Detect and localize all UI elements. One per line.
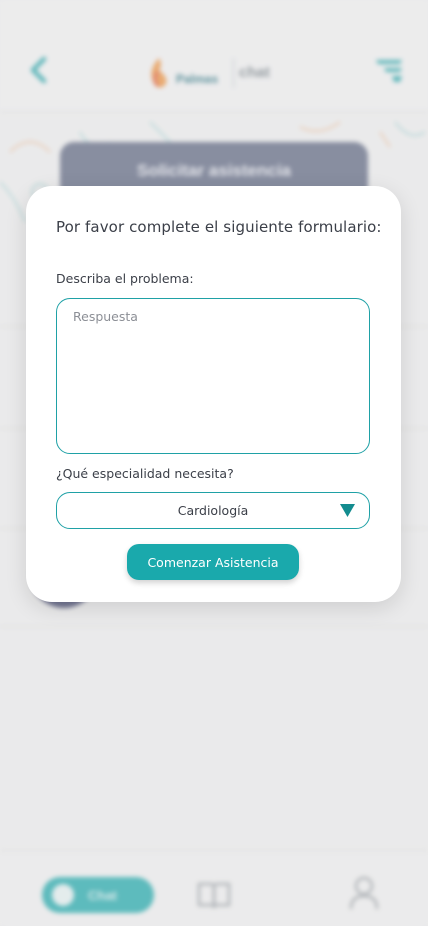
problem-textarea[interactable] (56, 298, 370, 454)
assistance-form-modal: Por favor complete el siguiente formular… (26, 186, 401, 602)
start-assistance-button[interactable]: Comenzar Asistencia (127, 544, 299, 580)
problem-label: Describa el problema: (56, 271, 194, 286)
specialty-selected-value: Cardiología (177, 503, 249, 518)
app-screen: Palmas chat Solicitar asistencia Chat Po… (0, 0, 428, 926)
triangle-down-icon (340, 504, 355, 517)
specialty-label: ¿Qué especialidad necesita? (56, 466, 234, 481)
specialty-select[interactable]: Cardiología (56, 492, 370, 529)
modal-title: Por favor complete el siguiente formular… (56, 218, 382, 236)
